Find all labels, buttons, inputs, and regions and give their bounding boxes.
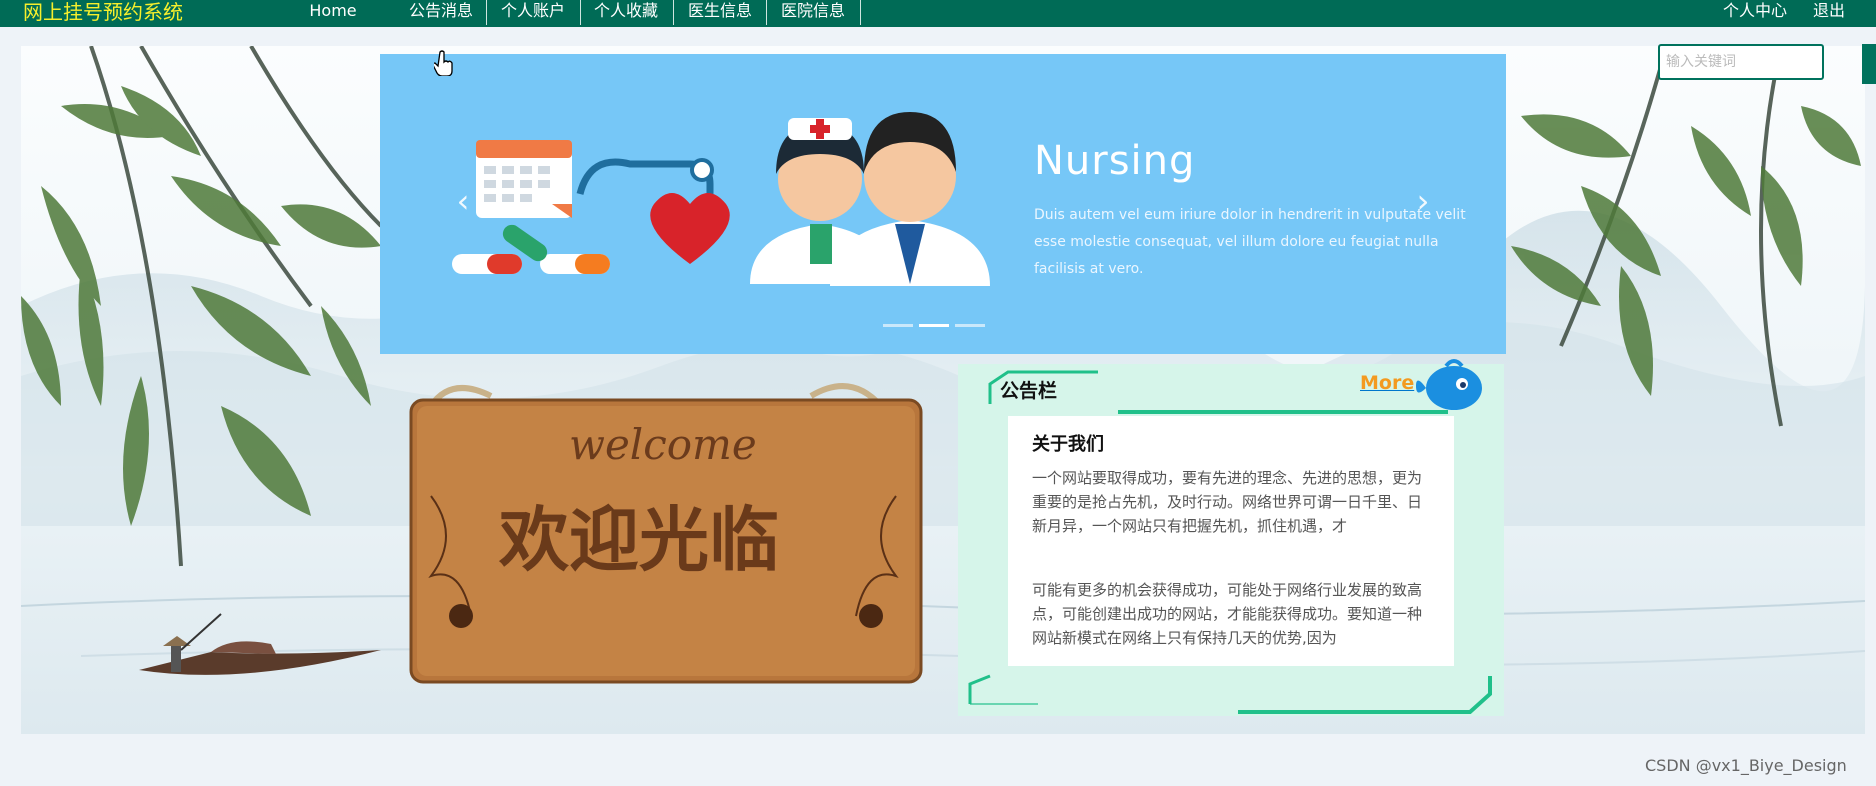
notice-paragraph: 可能有更多的机会获得成功，可能处于网络行业发展的致高点，可能创建出成功的网站，才… [1032,581,1423,647]
carousel-next-icon[interactable]: › [1410,184,1436,218]
notice-more-link[interactable]: More [1360,372,1414,394]
site-brand[interactable]: 网上挂号预约系统 [23,0,183,27]
carousel-dot[interactable] [883,324,913,327]
carousel-prev-icon[interactable]: ‹ [450,184,476,218]
banner-description: Duis autem vel eum iriure dolor in hendr… [1034,207,1466,277]
notice-paragraph: 一个网站要取得成功，要有先进的理念、先进的思想，更为重要的是抢占先机，及时行动。… [1032,469,1423,535]
notice-card-title: 关于我们 [1032,434,1104,455]
nav-logout[interactable]: 退出 [1813,0,1845,27]
nav-announcements[interactable]: 公告消息 [400,0,482,27]
nav-home[interactable]: Home [300,0,366,27]
carousel-dot[interactable] [955,324,985,327]
notice-board: 公告栏 More 关于我们 一个网站要取得成功，要有先进的理念、先进的思想，更为… [958,359,1504,716]
nav-separator [486,0,487,25]
nav-user-center[interactable]: 个人中心 [1723,0,1787,27]
pill-icon [452,224,610,274]
hand-cursor-icon [434,50,453,76]
nav-separator [860,0,861,25]
search-input[interactable] [1658,44,1824,80]
carousel-dot[interactable] [919,324,949,327]
nav-doctors[interactable]: 医生信息 [680,0,760,27]
search-button[interactable] [1862,44,1876,84]
banner-carousel: Nursing Duis autem vel eum iriure dolor … [380,54,1506,354]
nav-separator [580,0,581,25]
nav-hospitals[interactable]: 医院信息 [773,0,853,27]
nav-separator [766,0,767,25]
banner-title: Nursing [1034,138,1196,184]
nav-account[interactable]: 个人账户 [493,0,573,27]
notice-title: 公告栏 [1000,380,1058,402]
heart-icon [650,193,730,264]
notice-card[interactable]: 关于我们 一个网站要取得成功，要有先进的理念、先进的思想，更为重要的是抢占先机，… [1008,416,1454,666]
nav-favorites[interactable]: 个人收藏 [586,0,666,27]
sign-greeting-text: 欢迎光临 [499,498,779,581]
calendar-icon [476,140,572,218]
sign-welcome-text: welcome [569,420,757,469]
nav-separator [673,0,674,25]
csdn-watermark: CSDN @vx1_Biye_Design [1645,756,1847,775]
fish-mascot-icon [1416,359,1482,410]
top-navbar: 网上挂号预约系统 Home 公告消息 个人账户 个人收藏 医生信息 医院信息 个… [0,0,1876,27]
